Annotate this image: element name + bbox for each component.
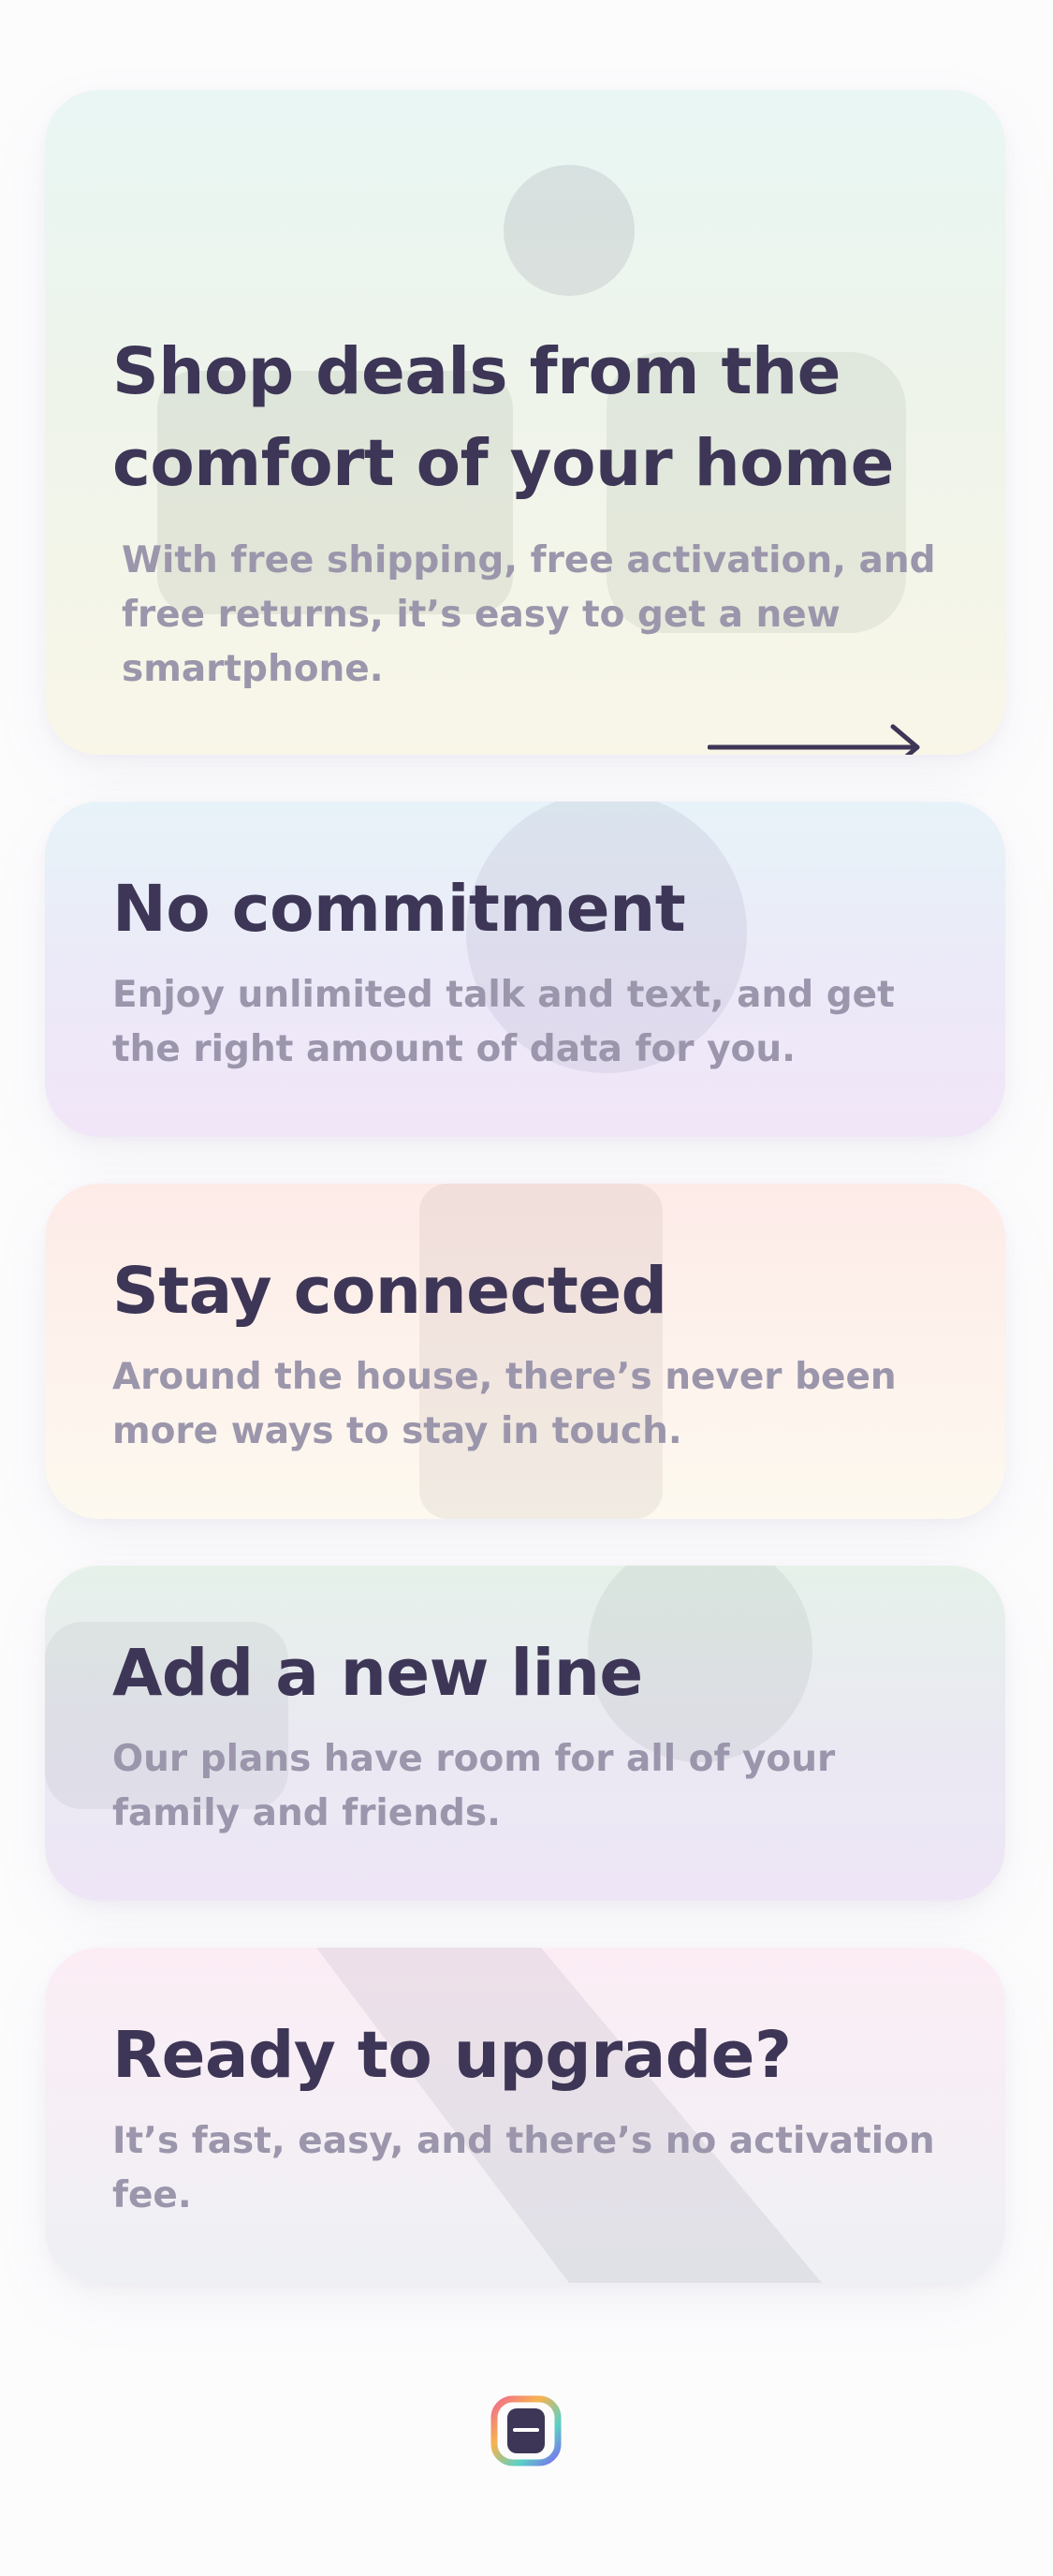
card-description: With free shipping, free activation, and… — [122, 539, 936, 690]
ready-to-upgrade-card[interactable]: Ready to upgrade? It’s fast, easy, and t… — [45, 1948, 1005, 2283]
add-new-line-card[interactable]: Add a new line Our plans have room for a… — [45, 1566, 1005, 1901]
stay-connected-card[interactable]: Stay connected Around the house, there’s… — [45, 1184, 1005, 1519]
card-title: Shop deals from the comfort of your home — [112, 334, 894, 501]
card-title: Ready to upgrade? — [112, 2018, 792, 2093]
shop-deals-card[interactable]: Shop deals from the comfort of your home… — [45, 90, 1005, 755]
card-description: It’s fast, easy, and there’s no activati… — [112, 2120, 935, 2216]
card-title: Stay connected — [112, 1254, 667, 1329]
no-commitment-card[interactable]: No commitment Enjoy unlimited talk and t… — [45, 802, 1005, 1137]
card-title: No commitment — [112, 872, 686, 947]
card-description: Around the house, there’s never been mor… — [112, 1356, 897, 1452]
app-logo-icon — [490, 2395, 562, 2466]
card-description: Enjoy unlimited talk and text, and get t… — [112, 974, 895, 1070]
card-description: Our plans have room for all of your fami… — [112, 1738, 836, 1834]
arrow-right-icon[interactable] — [708, 723, 923, 755]
card-title: Add a new line — [112, 1636, 643, 1711]
